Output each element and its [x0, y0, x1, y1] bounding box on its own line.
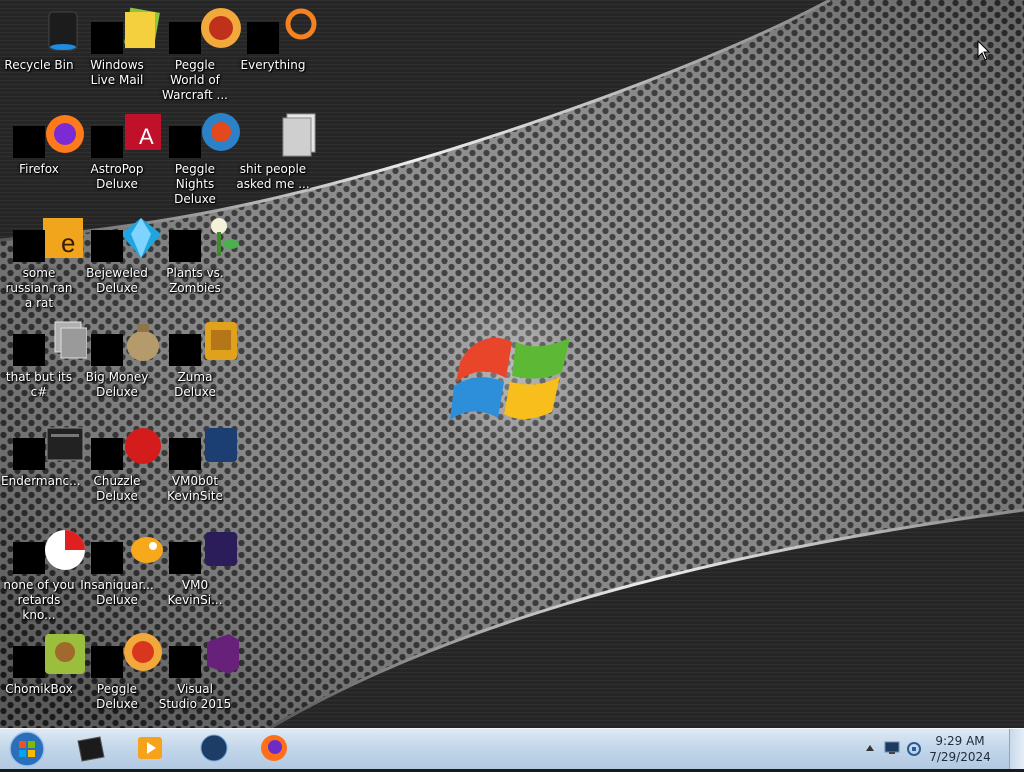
clock-date: 7/29/2024	[929, 750, 991, 764]
desktop-icon-label: none of you retards kno...	[3, 578, 75, 622]
windows-logo	[432, 290, 592, 450]
network-icon[interactable]	[884, 741, 900, 755]
taskbar: 9:29 AM 7/29/2024	[0, 728, 1024, 769]
flower-icon	[211, 218, 239, 256]
svg-text:e: e	[61, 228, 75, 258]
desktop-icon-peggle-deluxe[interactable]: Peggle Deluxe	[78, 624, 162, 724]
taskbar-globe[interactable]	[188, 731, 240, 767]
desktop-icon-label: Recycle Bin	[4, 58, 74, 72]
redaction-box	[13, 438, 45, 470]
taskbar-explorer[interactable]	[64, 731, 116, 767]
windows-orb-icon	[9, 731, 45, 767]
redaction-box	[169, 646, 201, 678]
desktop-icon-label: Everything	[240, 58, 306, 72]
firefox-icon	[261, 735, 287, 761]
redaction-box	[91, 646, 123, 678]
document-icon	[282, 113, 316, 157]
redaction-box	[169, 126, 201, 158]
show-hidden-icons-icon[interactable]	[865, 744, 875, 752]
desktop-icon-pvz[interactable]: Plants vs. Zombies	[156, 208, 239, 308]
desktop-icon-label: VM0b0t KevinSite	[167, 474, 223, 503]
mouse-cursor-icon	[977, 40, 991, 61]
app-icon	[205, 532, 237, 566]
zuma-icon	[205, 322, 237, 360]
redaction-box	[91, 334, 123, 366]
redaction-box	[169, 542, 201, 574]
redaction-box	[169, 22, 201, 54]
desktop-icon-none-of-you[interactable]: none of you retards kno...	[0, 520, 85, 622]
clock-time: 9:29 AM	[935, 734, 985, 748]
desktop-icon-label: Zuma Deluxe	[174, 370, 216, 399]
desktop-icon-label: Peggle World of Warcraft ...	[162, 58, 228, 102]
desktop-icon-firefox[interactable]: Firefox	[0, 104, 84, 204]
media-player-icon	[138, 737, 162, 759]
desktop-icon-some-russian[interactable]: e some russian ran a rat	[0, 208, 83, 310]
desktop-icon-zuma[interactable]: Zuma Deluxe	[156, 312, 237, 412]
desktop-icon-endermanch[interactable]: Endermanc...	[0, 416, 84, 516]
desktop-icon-everything[interactable]: Everything	[234, 0, 317, 100]
desktop-icon-shit-people[interactable]: shit people asked me ...	[234, 104, 316, 204]
search-icon	[285, 8, 317, 40]
desktop-icon-label: Firefox	[19, 162, 59, 176]
desktop-icon-label: Endermanc...	[1, 474, 81, 488]
taskbar-media-player[interactable]	[124, 731, 176, 767]
desktop-icon-insaniquarium[interactable]: Insaniquar... Deluxe	[78, 520, 163, 620]
redaction-box	[13, 646, 45, 678]
desktop-icon-label: some russian ran a rat	[5, 266, 73, 310]
show-desktop-button[interactable]	[1009, 729, 1024, 769]
taskbar-firefox[interactable]	[248, 731, 300, 767]
desktop-icon-label: Windows Live Mail	[90, 58, 144, 87]
redaction-box	[91, 438, 123, 470]
desktop-icon-recycle-bin[interactable]: Recycle Bin	[0, 0, 78, 100]
redaction-box	[169, 230, 201, 262]
desktop-icon-label: that but its c#	[5, 370, 73, 399]
desktop-icon-bejeweled[interactable]: Bejeweled Deluxe	[78, 208, 161, 308]
desktop-icon-label: Plants vs. Zombies	[166, 266, 224, 295]
desktop-icon-label: Peggle Deluxe	[96, 682, 138, 711]
folder-icon	[77, 736, 105, 762]
desktop-icon-label: Chuzzle Deluxe	[93, 474, 141, 503]
desktop-icon-vm0b0t[interactable]: VM0b0t KevinSite	[156, 416, 237, 516]
desktop-icon-that-but[interactable]: that but its c#	[0, 312, 87, 412]
start-button[interactable]	[7, 730, 47, 768]
desktop-icon-label: AstroPop Deluxe	[90, 162, 144, 191]
desktop-icon-chuzzle[interactable]: Chuzzle Deluxe	[78, 416, 161, 516]
desktop-icon-label: ChomikBox	[5, 682, 73, 696]
desktop-icon-label: Bejeweled Deluxe	[86, 266, 148, 295]
desktop-icon-label: Insaniquar... Deluxe	[80, 578, 154, 607]
desktop-icon-peggle-wow[interactable]: Peggle World of Warcraft ...	[156, 0, 241, 102]
redaction-box	[91, 230, 123, 262]
svg-text:A: A	[139, 124, 154, 149]
redaction-box	[91, 22, 123, 54]
desktop-icon-vm0[interactable]: VM0 KevinSi...	[156, 520, 237, 620]
redaction-box	[91, 542, 123, 574]
app-icon	[205, 428, 237, 462]
desktop-icon-label: shit people asked me ...	[236, 162, 310, 191]
desktop-icon-peggle-nights[interactable]: Peggle Nights Deluxe	[156, 104, 240, 206]
desktop-icon-windows-live-mail[interactable]: Windows Live Mail	[78, 0, 160, 100]
desktop-icon-big-money[interactable]: Big Money Deluxe	[78, 312, 159, 412]
desktop-icon-label: Peggle Nights Deluxe	[174, 162, 216, 206]
redaction-box	[13, 542, 45, 574]
redaction-box	[169, 334, 201, 366]
desktop-icon-astropop[interactable]: A AstroPop Deluxe	[78, 104, 161, 204]
desktop-icon-chomikbox[interactable]: ChomikBox	[0, 624, 85, 724]
desktop-icon-visual-studio[interactable]: Visual Studio 2015	[156, 624, 239, 724]
desktop-icon-label: Visual Studio 2015	[158, 682, 232, 711]
desktop-icon-label: Big Money Deluxe	[85, 370, 149, 399]
visual-studio-icon	[207, 634, 239, 674]
desktop-icon-label: VM0 KevinSi...	[167, 578, 223, 607]
redaction-box	[91, 126, 123, 158]
redaction-box	[169, 438, 201, 470]
redaction-box	[13, 334, 45, 366]
redaction-box	[247, 22, 279, 54]
redaction-box	[13, 230, 45, 262]
redaction-box	[13, 126, 45, 158]
globe-icon	[200, 734, 228, 762]
taskbar-clock[interactable]: 9:29 AM 7/29/2024	[920, 733, 1000, 765]
